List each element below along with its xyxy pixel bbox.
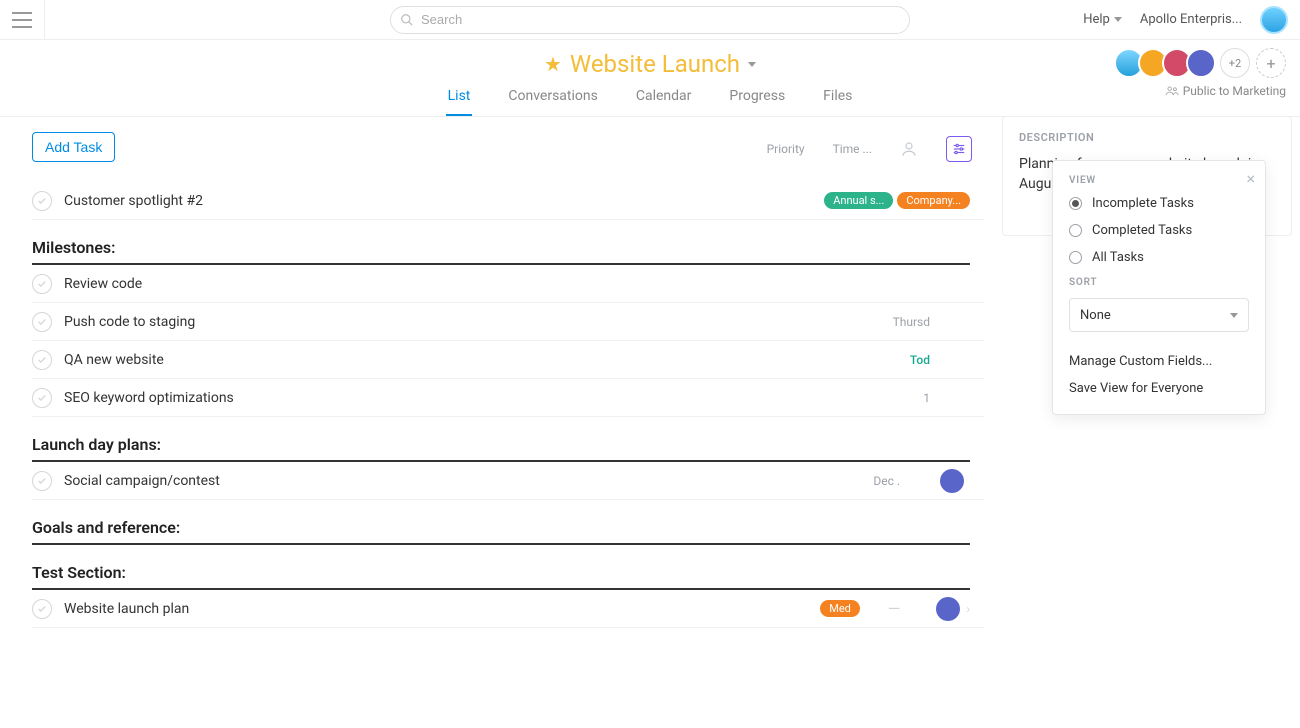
radio-icon [1069, 197, 1082, 210]
complete-checkbox[interactable] [32, 471, 52, 491]
user-avatar[interactable] [1260, 6, 1288, 34]
complete-checkbox[interactable] [32, 191, 52, 211]
empty-value: — [888, 599, 901, 618]
complete-checkbox[interactable] [32, 388, 52, 408]
help-menu[interactable]: Help [1083, 12, 1122, 27]
project-header: ★ Website Launch +2 + Public to Marketin… [0, 40, 1300, 117]
assignee-avatar[interactable] [936, 597, 960, 621]
sliders-icon [952, 142, 966, 156]
close-icon[interactable]: × [1246, 169, 1255, 188]
sort-select[interactable]: None [1069, 298, 1249, 332]
person-icon [900, 140, 918, 158]
chevron-right-icon: › [966, 602, 970, 616]
search-input[interactable] [390, 6, 910, 34]
task-row[interactable]: Customer spotlight #2 Annual s...Company.… [32, 182, 984, 220]
task-due: 1 [870, 391, 930, 405]
member-avatars: +2 + [1114, 48, 1286, 78]
task-row[interactable]: Review code [32, 265, 984, 303]
complete-checkbox[interactable] [32, 350, 52, 370]
task-row[interactable]: QA new website Tod [32, 341, 984, 379]
tab-progress[interactable]: Progress [727, 88, 787, 116]
search-icon [400, 13, 414, 27]
filter-button[interactable] [946, 136, 972, 162]
priority-tag[interactable]: Med [820, 600, 860, 617]
view-option-label: All Tasks [1092, 250, 1144, 265]
task-row[interactable]: Push code to staging Thursd [32, 303, 984, 341]
search-wrap [390, 6, 910, 34]
section-heading[interactable]: Goals and reference: [32, 500, 970, 545]
manage-custom-fields-link[interactable]: Manage Custom Fields... [1069, 348, 1249, 375]
section-heading[interactable]: Launch day plans: [32, 417, 970, 462]
task-row[interactable]: Social campaign/contest Dec . [32, 462, 984, 500]
add-task-button[interactable]: Add Task [32, 132, 115, 162]
task-list-panel: Add Task Priority Time ... Customer spot… [16, 116, 984, 728]
add-member-button[interactable]: + [1256, 48, 1286, 78]
member-avatar[interactable] [1186, 48, 1216, 78]
privacy-label: Public to Marketing [1183, 84, 1286, 98]
divider [44, 0, 45, 40]
description-heading: DESCRIPTION [1019, 131, 1275, 144]
hamburger-menu-icon[interactable] [12, 12, 32, 28]
task-title: Push code to staging [64, 314, 195, 330]
task-due: Dec . [840, 474, 900, 488]
task-row[interactable]: Website launch plan Med — › [32, 590, 984, 628]
task-title: Social campaign/contest [64, 473, 220, 489]
task-due: Tod [870, 353, 930, 367]
view-option[interactable]: All Tasks [1069, 250, 1249, 265]
view-label: VIEW [1069, 175, 1249, 186]
column-time[interactable]: Time ... [833, 142, 872, 156]
topbar: Help Apollo Enterpris... [0, 0, 1300, 40]
task-title: QA new website [64, 352, 164, 368]
help-label: Help [1083, 12, 1110, 27]
section-heading[interactable]: Test Section: [32, 545, 970, 590]
task-row[interactable]: SEO keyword optimizations 1 [32, 379, 984, 417]
complete-checkbox[interactable] [32, 274, 52, 294]
sort-value: None [1080, 308, 1111, 323]
tab-calendar[interactable]: Calendar [634, 88, 694, 116]
chevron-down-icon [1114, 17, 1122, 22]
task-tag[interactable]: Company... [897, 192, 970, 209]
workspace-name[interactable]: Apollo Enterpris... [1140, 12, 1242, 27]
project-title[interactable]: Website Launch [570, 50, 740, 78]
task-tag[interactable]: Annual s... [824, 192, 893, 209]
task-title: SEO keyword optimizations [64, 390, 234, 406]
project-tabs: List Conversations Calendar Progress Files [0, 88, 1300, 116]
view-option[interactable]: Incomplete Tasks [1069, 196, 1249, 211]
column-priority[interactable]: Priority [767, 142, 805, 156]
people-icon [1165, 84, 1179, 98]
radio-icon [1069, 251, 1082, 264]
assignee-avatar[interactable] [940, 469, 964, 493]
task-title: Website launch plan [64, 601, 189, 617]
project-privacy[interactable]: Public to Marketing [1165, 84, 1286, 98]
star-icon[interactable]: ★ [544, 52, 562, 76]
section-heading[interactable]: Milestones: [32, 220, 970, 265]
filter-popover: × VIEW Incomplete Tasks Completed Tasks Al… [1052, 160, 1266, 415]
tab-conversations[interactable]: Conversations [506, 88, 599, 116]
complete-checkbox[interactable] [32, 599, 52, 619]
column-headers: Priority Time ... [767, 136, 972, 162]
task-due: Thursd [870, 315, 930, 329]
more-members-badge[interactable]: +2 [1220, 48, 1250, 78]
complete-checkbox[interactable] [32, 312, 52, 332]
save-view-link[interactable]: Save View for Everyone [1069, 375, 1249, 402]
project-dropdown-icon[interactable] [748, 62, 756, 67]
radio-icon [1069, 224, 1082, 237]
task-title: Review code [64, 276, 142, 292]
task-title: Customer spotlight #2 [64, 193, 203, 209]
tab-list[interactable]: List [446, 88, 473, 116]
sort-label: SORT [1069, 277, 1249, 288]
chevron-down-icon [1230, 313, 1238, 318]
view-option-label: Incomplete Tasks [1092, 196, 1194, 211]
tab-files[interactable]: Files [821, 88, 854, 116]
view-option[interactable]: Completed Tasks [1069, 223, 1249, 238]
view-option-label: Completed Tasks [1092, 223, 1192, 238]
